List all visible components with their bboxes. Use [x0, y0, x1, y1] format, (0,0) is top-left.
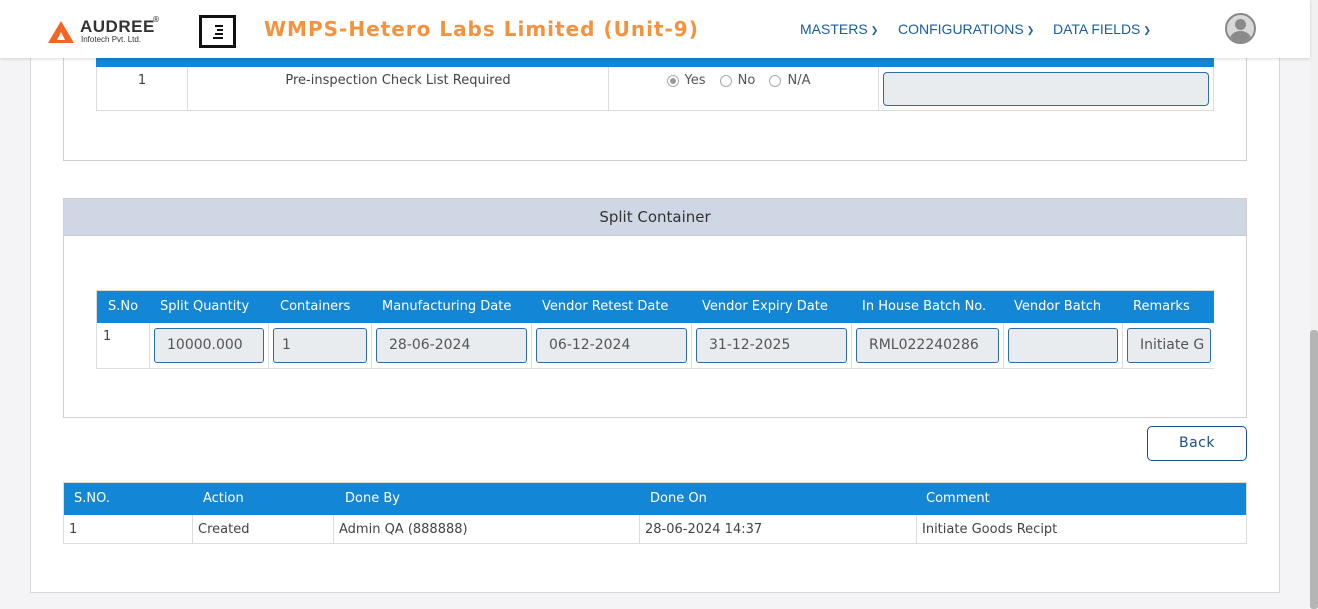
audit-col-done-by: Done By	[345, 491, 400, 506]
menu-line	[215, 33, 223, 35]
checklist-sno: 1	[97, 67, 188, 110]
col-remarks: Remarks	[1133, 299, 1190, 314]
in-house-batch-cell: RML022240286	[852, 323, 1004, 368]
vendor-retest-date-input[interactable]: 06-12-2024	[536, 328, 687, 363]
containers-input[interactable]: 1	[273, 328, 367, 363]
option-no-label: No	[737, 73, 756, 88]
radio-na[interactable]	[769, 74, 782, 87]
vendor-batch-cell	[1004, 323, 1123, 368]
col-vendor-expiry-date: Vendor Expiry Date	[702, 299, 828, 314]
checklist-remarks-input[interactable]	[883, 72, 1209, 106]
split-row-sno: 1	[97, 323, 150, 368]
remarks-cell: Initiate G	[1123, 323, 1214, 368]
option-na[interactable]: N/A	[769, 73, 810, 88]
vendor-expiry-date-input[interactable]: 31-12-2025	[696, 328, 847, 363]
avatar-body	[1230, 31, 1251, 42]
split-container-title: Split Container	[64, 199, 1246, 236]
manufacturing-date-input[interactable]: 28-06-2024	[376, 328, 527, 363]
radio-no[interactable]	[719, 74, 732, 87]
option-yes[interactable]: Yes	[666, 73, 706, 88]
col-sno: S.No	[108, 299, 139, 314]
manufacturing-date-cell: 28-06-2024	[372, 323, 532, 368]
menu-line	[215, 25, 223, 27]
logo-brand-text: AUDREE	[80, 17, 155, 36]
remarks-input[interactable]: Initiate G	[1127, 328, 1211, 363]
menu-toggle-icon[interactable]	[199, 15, 236, 48]
split-table-header: S.No Split Quantity Containers Manufactu…	[97, 291, 1214, 323]
audit-action: Created	[193, 515, 334, 544]
option-no[interactable]: No	[719, 73, 756, 88]
checklist-row: 1 Pre-inspection Check List Required Yes…	[96, 67, 1214, 111]
logo-subtitle: Infotech Pvt. Ltd.	[81, 35, 142, 44]
nav-masters[interactable]: MASTERS ❯	[800, 21, 878, 37]
col-in-house-batch: In House Batch No.	[862, 299, 987, 314]
menu-line	[213, 37, 223, 39]
split-quantity-cell: 10000.000	[150, 323, 269, 368]
checklist-item-label: Pre-inspection Check List Required	[188, 67, 609, 110]
logo-registered-mark: ®	[152, 15, 160, 24]
col-vendor-batch: Vendor Batch	[1014, 299, 1102, 314]
nav-data-fields[interactable]: DATA FIELDS ❯	[1053, 21, 1151, 37]
chevron-down-icon: ❯	[1026, 25, 1035, 35]
radio-yes[interactable]	[666, 74, 679, 87]
vendor-batch-input[interactable]	[1008, 328, 1118, 363]
top-header: AUDREE ® Infotech Pvt. Ltd. WMPS-Hetero …	[0, 0, 1310, 58]
vendor-retest-date-cell: 06-12-2024	[532, 323, 692, 368]
option-yes-label: Yes	[684, 73, 706, 88]
checklist-table-header	[96, 58, 1214, 67]
checklist-options: Yes No N/A	[609, 67, 879, 110]
user-avatar-icon[interactable]	[1225, 13, 1256, 44]
page-scrollbar[interactable]	[1310, 0, 1318, 609]
split-quantity-input[interactable]: 10000.000	[154, 328, 264, 363]
audit-col-done-on: Done On	[650, 491, 707, 506]
vendor-expiry-date-cell: 31-12-2025	[692, 323, 852, 368]
company-logo[interactable]: AUDREE ® Infotech Pvt. Ltd.	[48, 15, 168, 47]
nav-configurations[interactable]: CONFIGURATIONS ❯	[898, 21, 1034, 37]
col-vendor-retest-date: Vendor Retest Date	[542, 299, 669, 314]
col-manufacturing-date: Manufacturing Date	[382, 299, 512, 314]
audit-comment: Initiate Goods Recipt	[922, 522, 1058, 537]
audit-done-on: 28-06-2024 14:37	[640, 515, 917, 544]
menu-line	[217, 29, 223, 31]
checklist-remarks-cell	[879, 67, 1214, 110]
option-na-label: N/A	[787, 73, 811, 88]
in-house-batch-input[interactable]: RML022240286	[856, 328, 999, 363]
avatar-head	[1235, 19, 1246, 30]
split-container-table: S.No Split Quantity Containers Manufactu…	[96, 290, 1214, 369]
nav-configurations-label: CONFIGURATIONS	[898, 21, 1024, 37]
nav-data-fields-label: DATA FIELDS	[1053, 21, 1141, 37]
audit-col-sno: S.NO.	[74, 491, 110, 506]
audit-trail-table: S.NO. Action Done By Done On Comment 1 C…	[63, 482, 1247, 544]
audit-col-action: Action	[203, 491, 244, 506]
audit-done-by: Admin QA (888888)	[334, 515, 640, 544]
col-containers: Containers	[280, 299, 351, 314]
col-split-quantity: Split Quantity	[160, 299, 250, 314]
chevron-down-icon: ❯	[870, 25, 879, 35]
nav-masters-label: MASTERS	[800, 21, 868, 37]
containers-cell: 1	[269, 323, 372, 368]
audit-sno: 1	[64, 515, 193, 544]
chevron-down-icon: ❯	[1143, 25, 1151, 35]
back-button[interactable]: Back	[1147, 426, 1247, 461]
audit-table-header: S.NO. Action Done By Done On Comment	[64, 483, 1246, 515]
logo-triangle-inner	[57, 32, 65, 40]
app-title: WMPS-Hetero Labs Limited (Unit-9)	[264, 17, 699, 41]
scrollbar-thumb[interactable]	[1310, 330, 1318, 609]
audit-col-comment: Comment	[926, 491, 990, 506]
